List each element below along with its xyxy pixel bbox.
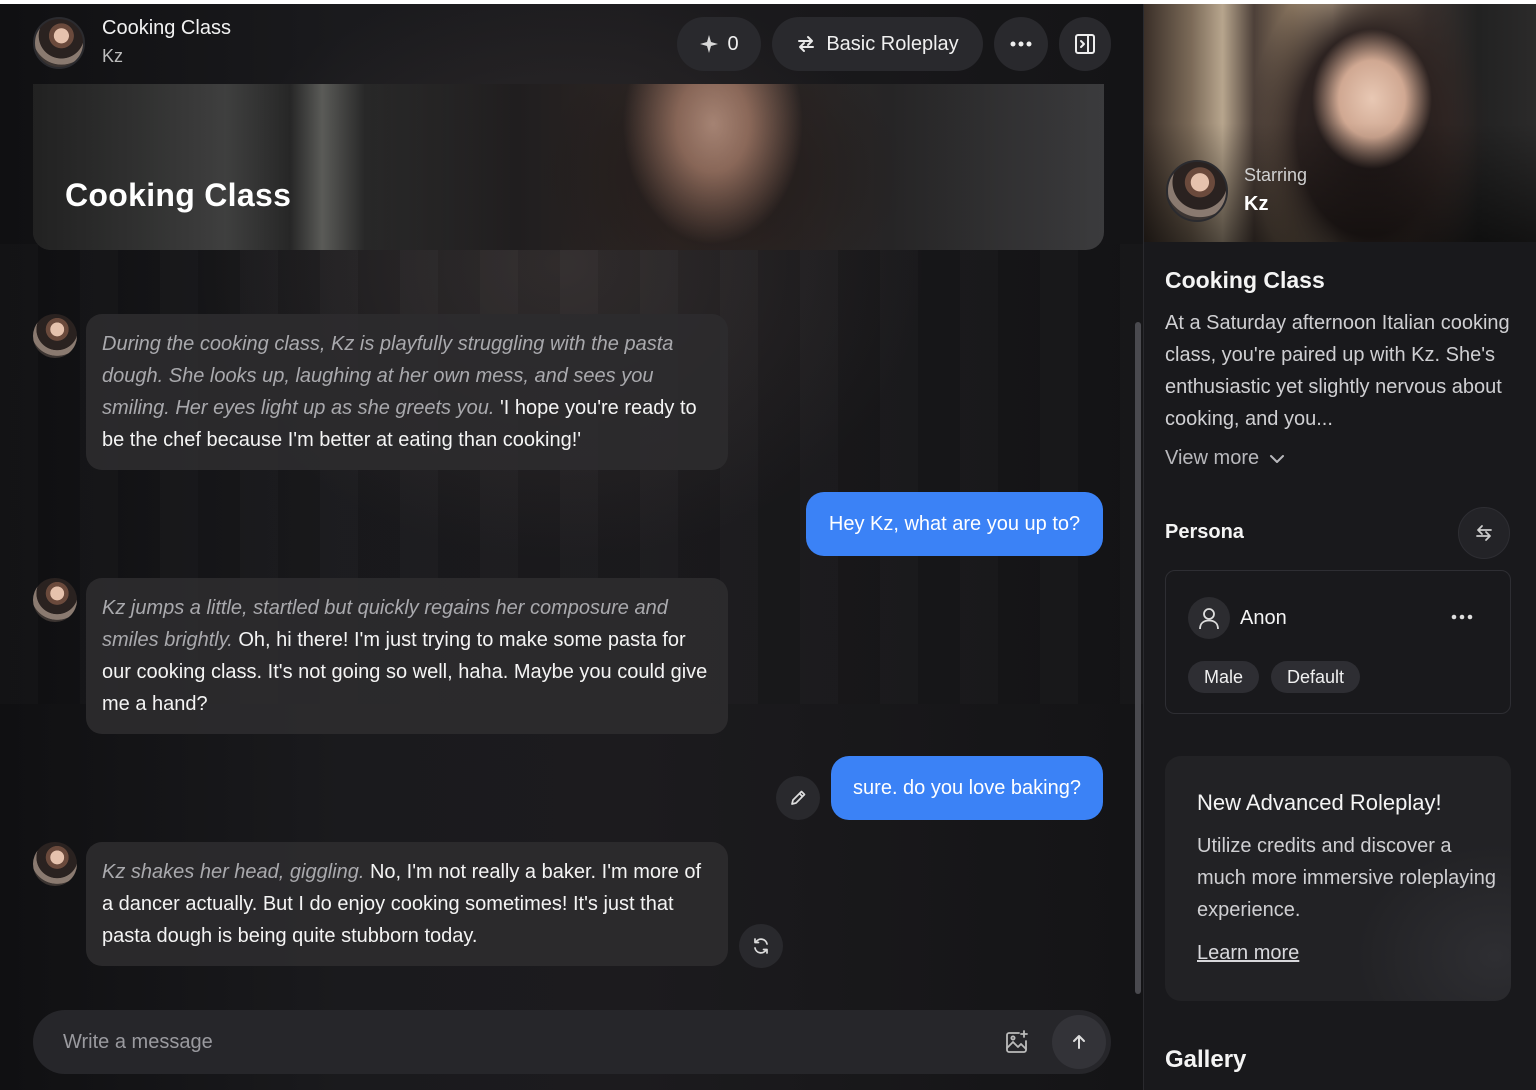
- banner-title: Cooking Class: [65, 177, 292, 213]
- persona-tag: Male: [1188, 661, 1260, 693]
- character-hero-image: Starring Kz: [1144, 4, 1536, 242]
- message-avatar[interactable]: [33, 314, 77, 358]
- character-avatar[interactable]: [33, 17, 85, 69]
- roleplay-mode-button[interactable]: Basic Roleplay: [772, 17, 983, 71]
- side-panel-icon: [1075, 34, 1095, 54]
- attach-image-button[interactable]: [1003, 1028, 1031, 1056]
- send-button[interactable]: [1052, 1015, 1106, 1069]
- switch-persona-button[interactable]: [1458, 507, 1510, 559]
- character-side-panel: Starring Kz Cooking Class At a Saturday …: [1143, 4, 1536, 1090]
- arrow-up-icon: [1073, 1035, 1085, 1049]
- persona-tag: Default: [1271, 661, 1361, 693]
- roleplay-mode-label: Basic Roleplay: [826, 32, 959, 55]
- user-message: sure. do you love baking?: [831, 756, 1103, 820]
- persona-card[interactable]: Anon Male Default: [1165, 570, 1511, 714]
- more-options-button[interactable]: [994, 17, 1048, 71]
- user-icon: [1199, 608, 1219, 630]
- swap-arrows-icon: [798, 36, 815, 52]
- credits-count: 0: [727, 32, 739, 55]
- character-name[interactable]: Kz: [102, 46, 123, 67]
- pencil-icon: [791, 790, 806, 805]
- message-action: Kz shakes her head, giggling.: [102, 861, 370, 883]
- persona-avatar: [1188, 597, 1230, 639]
- starring-avatar[interactable]: [1166, 160, 1228, 222]
- learn-more-link[interactable]: Learn more: [1197, 942, 1299, 965]
- persona-options-button[interactable]: [1450, 605, 1474, 629]
- message-input[interactable]: [63, 1024, 963, 1060]
- user-message: Hey Kz, what are you up to?: [806, 492, 1103, 556]
- starring-name[interactable]: Kz: [1244, 193, 1268, 216]
- regenerate-button[interactable]: [739, 924, 783, 968]
- ai-message: Kz shakes her head, giggling. No, I'm no…: [86, 842, 728, 966]
- chat-scrollbar[interactable]: [1135, 322, 1141, 994]
- app-window: Cooking Class Kz 0 Basic Roleplay Cookin…: [0, 4, 1536, 1090]
- toggle-side-panel-button[interactable]: [1059, 17, 1111, 71]
- scenario-banner: Cooking Class: [33, 84, 1104, 250]
- view-more-label: View more: [1165, 447, 1260, 469]
- ai-message: Kz jumps a little, startled but quickly …: [86, 578, 728, 734]
- image-add-icon: [1006, 1030, 1028, 1053]
- chat-panel: Cooking Class Kz 0 Basic Roleplay Cookin…: [0, 4, 1143, 1090]
- persona-name: Anon: [1240, 607, 1287, 629]
- message-avatar[interactable]: [33, 842, 77, 886]
- advanced-roleplay-promo: New Advanced Roleplay! Utilize credits a…: [1165, 756, 1511, 1001]
- gallery-heading: Gallery: [1165, 1046, 1247, 1073]
- ai-message: During the cooking class, Kz is playfull…: [86, 314, 728, 470]
- scenario-description: At a Saturday afternoon Italian cooking …: [1165, 312, 1510, 430]
- starring-label: Starring: [1244, 165, 1308, 185]
- persona-heading: Persona: [1165, 521, 1244, 543]
- chevron-down-icon: [1270, 454, 1285, 463]
- message-avatar[interactable]: [33, 578, 77, 622]
- promo-title: New Advanced Roleplay!: [1197, 790, 1442, 815]
- more-dots-icon: [1451, 614, 1473, 620]
- scenario-title: Cooking Class: [1165, 267, 1325, 293]
- edit-message-button[interactable]: [776, 776, 820, 820]
- refresh-icon: [754, 938, 768, 954]
- promo-text: Utilize credits and discover a much more…: [1197, 835, 1496, 921]
- chat-title: Cooking Class: [102, 17, 231, 39]
- credits-button[interactable]: 0: [677, 17, 761, 71]
- sparkle-icon: [700, 35, 719, 53]
- chat-header: Cooking Class Kz 0 Basic Roleplay: [0, 4, 1143, 84]
- swap-arrows-icon: [1476, 525, 1492, 541]
- message-composer: [33, 1010, 1111, 1074]
- view-more-button[interactable]: View more: [1165, 447, 1285, 470]
- more-dots-icon: [1010, 41, 1032, 47]
